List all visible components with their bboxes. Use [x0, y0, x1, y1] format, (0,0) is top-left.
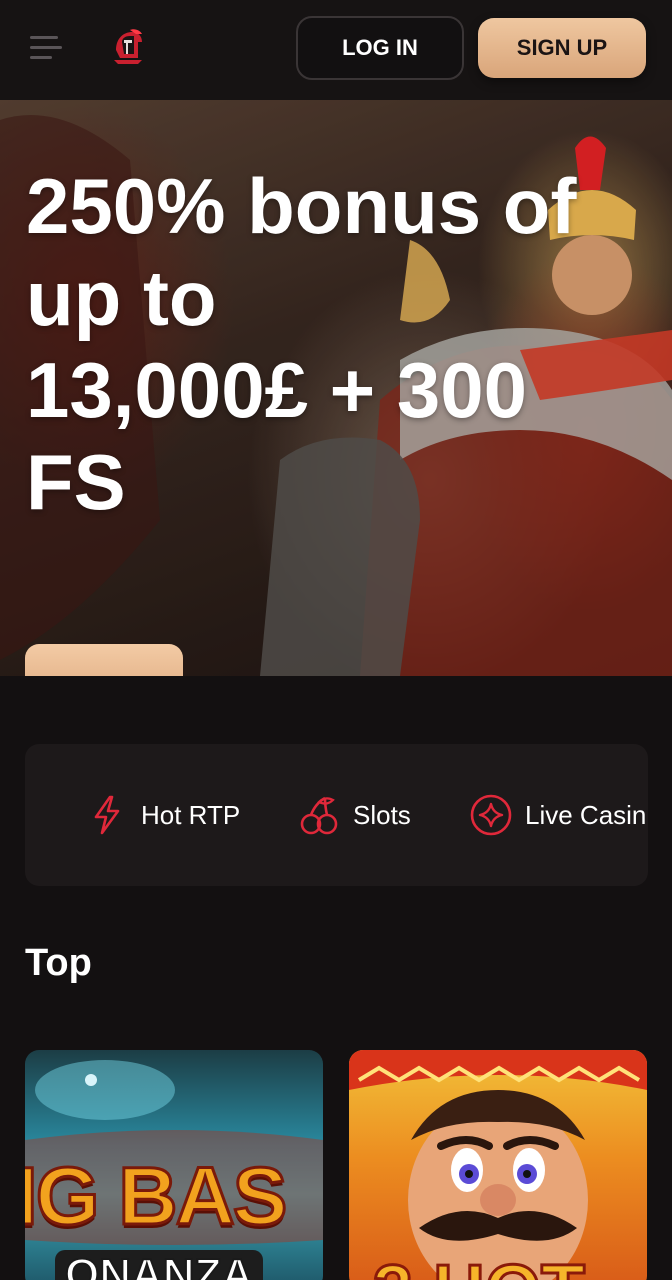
category-label: Hot RTP — [141, 799, 241, 830]
hero-title-line: 250% bonus of — [26, 162, 577, 250]
hero-title: 250% bonus of up to 13,000£ + 300 FS — [26, 160, 586, 528]
game-subtitle: ONANZA — [55, 1249, 264, 1280]
game-tile[interactable]: 3 HOT — [349, 1050, 647, 1280]
hero-title-line: up to — [26, 254, 217, 342]
game-artwork — [349, 1050, 647, 1280]
category-bar: Hot RTP Slots Live Casin — [25, 744, 648, 886]
game-tile[interactable]: IG BAS ONANZA — [25, 1050, 323, 1280]
hero-cta-button[interactable] — [25, 644, 183, 676]
hero-title-line: 13,000£ + 300 — [26, 346, 527, 434]
category-label: Slots — [353, 799, 411, 830]
category-hot-rtp[interactable]: Hot RTP — [85, 792, 240, 838]
lightning-icon — [85, 793, 129, 837]
game-title: 3 HOT — [371, 1250, 586, 1280]
section-title: Top — [25, 942, 92, 984]
category-slots[interactable]: Slots — [297, 792, 411, 838]
signup-button[interactable]: SIGN UP — [478, 18, 646, 78]
hero-banner[interactable]: 250% bonus of up to 13,000£ + 300 FS — [0, 100, 672, 676]
star-circle-icon — [469, 793, 513, 837]
menu-icon[interactable] — [30, 36, 62, 62]
login-button[interactable]: LOG IN — [296, 16, 464, 80]
hero-title-line: FS — [26, 438, 126, 526]
top-bar: LOG IN SIGN UP — [0, 0, 672, 100]
brand-logo[interactable] — [108, 28, 148, 68]
game-title: IG BAS — [25, 1150, 289, 1244]
category-label: Live Casin — [525, 799, 647, 830]
cherries-icon — [297, 793, 341, 837]
category-live-casino[interactable]: Live Casin — [469, 792, 646, 838]
